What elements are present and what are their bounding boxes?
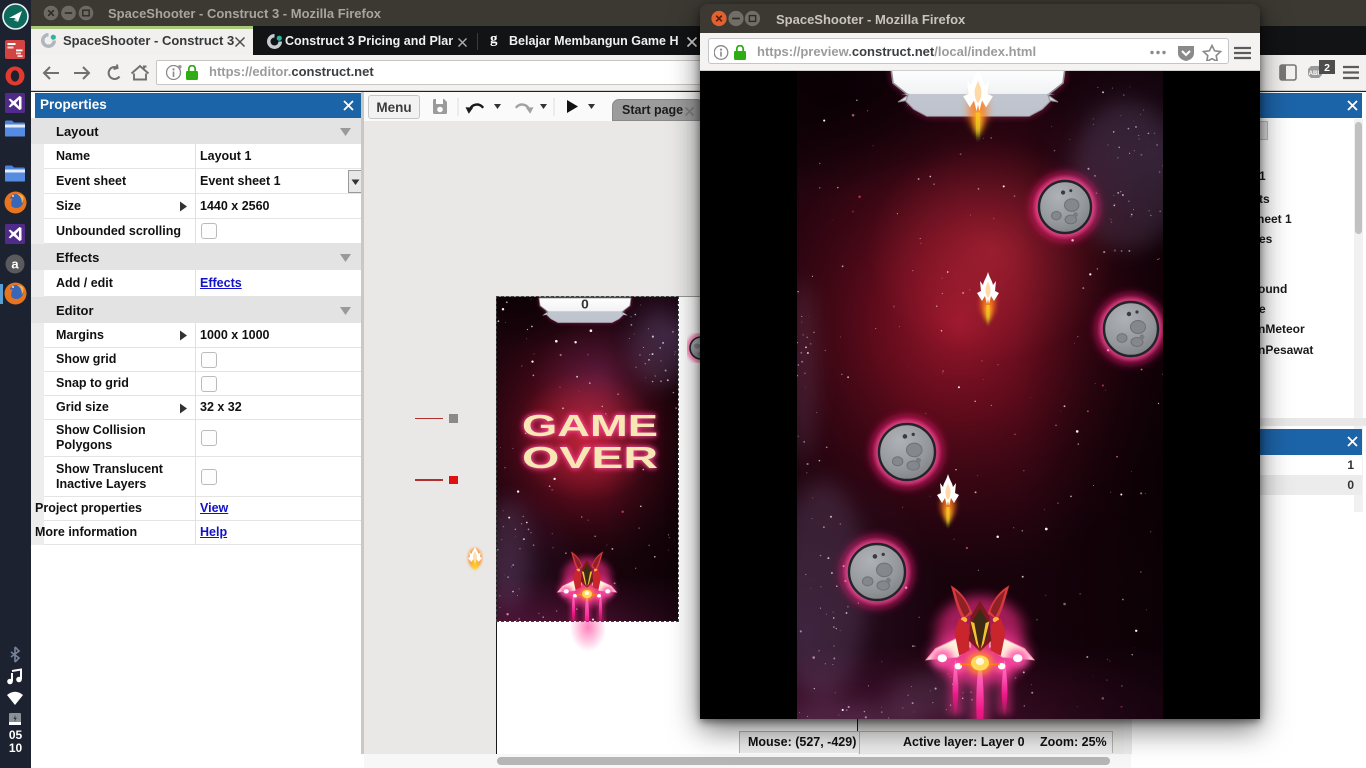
svg-text:2: 2 xyxy=(1324,62,1330,74)
svg-text:a: a xyxy=(11,257,19,272)
